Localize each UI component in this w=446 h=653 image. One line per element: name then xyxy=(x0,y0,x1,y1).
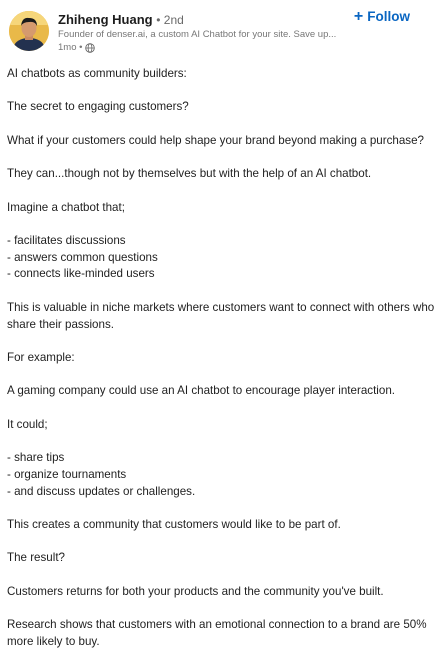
connection-degree: • 2nd xyxy=(156,13,184,27)
post-line: Customers returns for both your products… xyxy=(7,584,384,598)
post-line: - connects like-minded users xyxy=(7,267,155,281)
post-line: more likely to buy. xyxy=(7,634,100,648)
post-line: This creates a community that customers … xyxy=(7,517,341,531)
post-line: This is valuable in niche markets where … xyxy=(7,300,435,314)
post-line: share their passions. xyxy=(7,317,114,331)
post-line: Imagine a chatbot that; xyxy=(7,200,125,214)
post-line xyxy=(7,283,439,300)
post-line xyxy=(7,567,439,584)
follow-label: Follow xyxy=(367,9,410,24)
plus-icon: + xyxy=(353,7,364,25)
post-line: AI chatbots as community builders: xyxy=(7,67,187,80)
post-line: The secret to engaging customers? xyxy=(7,100,189,114)
post-header: Zhiheng Huang • 2nd Founder of denser.ai… xyxy=(0,0,446,58)
post-line: - answers common questions xyxy=(7,250,158,264)
person-avatar-icon xyxy=(9,11,49,51)
post-line xyxy=(7,433,439,450)
post-line: - facilitates discussions xyxy=(7,234,126,248)
post-time: 1mo • xyxy=(58,42,83,53)
post-line xyxy=(7,183,439,200)
follow-button[interactable]: + Follow xyxy=(353,7,410,25)
post-line: The result? xyxy=(7,551,65,565)
post-line xyxy=(7,216,439,233)
author-line: Zhiheng Huang • 2nd xyxy=(58,12,184,27)
post-line xyxy=(7,116,439,133)
globe-icon xyxy=(85,42,96,53)
post-line xyxy=(7,367,439,384)
post-line xyxy=(7,601,439,618)
linkedin-post: Zhiheng Huang • 2nd Founder of denser.ai… xyxy=(0,0,446,653)
post-line xyxy=(7,534,439,551)
post-line: - and discuss updates or challenges. xyxy=(7,484,196,498)
post-line: Research shows that customers with an em… xyxy=(7,618,427,632)
post-line xyxy=(7,150,439,167)
author-headline: Founder of denser.ai, a custom AI Chatbo… xyxy=(58,29,337,40)
post-line: - share tips xyxy=(7,451,65,465)
post-line: For example: xyxy=(7,350,75,364)
post-line: - organize tournaments xyxy=(7,467,127,481)
post-line xyxy=(7,500,439,517)
author-name[interactable]: Zhiheng Huang xyxy=(58,12,153,27)
post-line xyxy=(7,83,439,100)
avatar[interactable] xyxy=(9,11,49,51)
post-line: It could; xyxy=(7,417,48,431)
post-line: What if your customers could help shape … xyxy=(7,133,424,147)
post-body: AI chatbots as community builders: The s… xyxy=(7,66,439,651)
post-line xyxy=(7,400,439,417)
post-line: They can...though not by themselves but … xyxy=(7,167,372,181)
post-meta: 1mo • xyxy=(58,42,96,53)
post-line xyxy=(7,333,439,350)
post-line: A gaming company could use an AI chatbot… xyxy=(7,384,395,398)
